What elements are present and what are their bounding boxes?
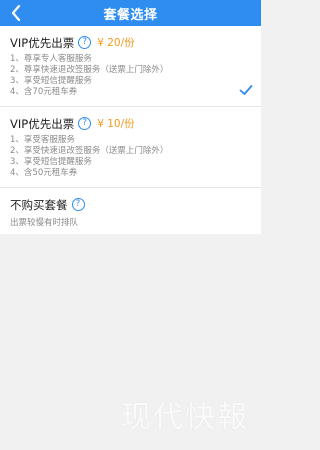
feature-item: 3、享受短信提醒服务 — [10, 157, 92, 167]
feature-list: 1、尊享专人客服服务 2、尊享快速退改签服务（送票上门除外） 3、享受短信提醒服… — [10, 54, 251, 98]
feature-item: 2、享受快速退改签服务（送票上门除外） — [10, 146, 169, 156]
package-name: VIP优先出票 — [10, 116, 75, 131]
page-title: 套餐选择 — [103, 7, 158, 23]
feature-item: 4、含70元租车券 — [10, 87, 78, 97]
feature-item: 4、含50元租车券 — [10, 168, 78, 178]
back-button[interactable] — [6, 3, 26, 23]
feature-item: 1、享受客服服务 — [10, 135, 75, 145]
package-name: VIP优先出票 — [10, 35, 75, 50]
package-name: 不购买套餐 — [10, 197, 68, 212]
navbar: 套餐选择 — [0, 0, 261, 26]
checkmark-icon — [239, 85, 253, 95]
help-icon[interactable]: ? — [78, 36, 92, 49]
package-option-vip-10[interactable]: VIP优先出票 ? ¥ 10/份 1、享受客服服务 2、享受快速退改签服务（送票… — [0, 107, 261, 188]
package-price: ¥ 20/份 — [97, 37, 135, 49]
chevron-left-icon — [11, 5, 21, 21]
help-icon[interactable]: ? — [71, 198, 85, 211]
package-list: VIP优先出票 ? ¥ 20/份 1、尊享专人客服服务 2、尊享快速退改签服务（… — [0, 26, 261, 234]
watermark-logo: 现代快報 — [121, 400, 249, 435]
feature-item: 1、尊享专人客服服务 — [10, 54, 92, 64]
package-option-none[interactable]: 不购买套餐 ? 出票较慢有时排队 — [0, 188, 261, 234]
feature-list: 1、享受客服服务 2、享受快速退改签服务（送票上门除外） 3、享受短信提醒服务 … — [10, 135, 251, 179]
package-option-vip-20[interactable]: VIP优先出票 ? ¥ 20/份 1、尊享专人客服服务 2、尊享快速退改签服务（… — [0, 26, 261, 107]
help-icon[interactable]: ? — [78, 117, 92, 130]
package-price: ¥ 10/份 — [97, 118, 135, 130]
feature-item: 2、尊享快速退改签服务（送票上门除外） — [10, 65, 169, 75]
feature-item: 3、享受短信提醒服务 — [10, 76, 92, 86]
package-note: 出票较慢有时排队 — [10, 218, 79, 228]
